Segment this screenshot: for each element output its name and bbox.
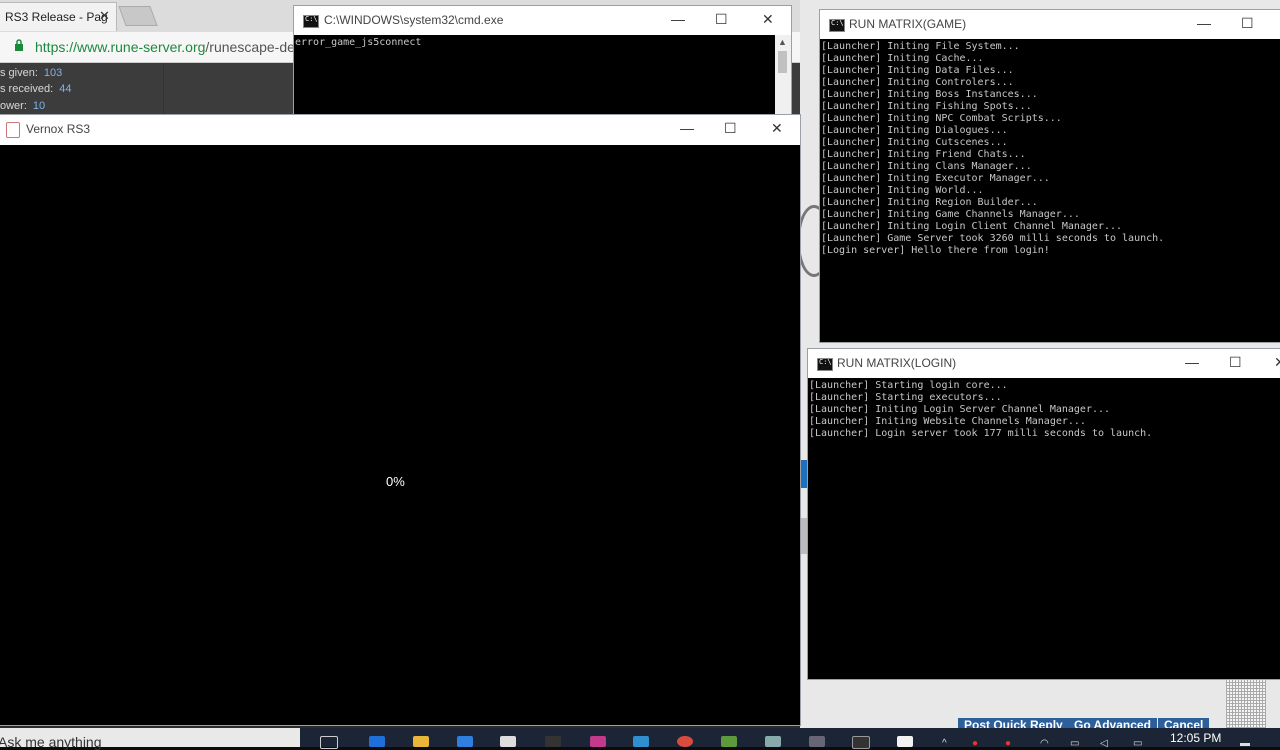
cmd-titlebar[interactable]: C:\WINDOWS\system32\cmd.exe — ☐ ✕ — [294, 6, 791, 35]
minimize-icon[interactable]: — — [1185, 354, 1199, 370]
keyboard-icon[interactable]: ▭ — [1133, 738, 1142, 749]
tray-app-icon[interactable]: ● — [1005, 738, 1011, 749]
maximize-icon[interactable]: ☐ — [1229, 354, 1242, 371]
clock[interactable]: 12:05 PM — [1170, 731, 1221, 745]
console-icon[interactable] — [852, 736, 870, 749]
search-placeholder: Ask me anything — [0, 734, 102, 750]
url-secure: https://www.rune-server.org — [35, 39, 206, 55]
close-icon[interactable]: ✕ — [762, 11, 774, 28]
tray-chevron-icon[interactable]: ^ — [942, 738, 947, 749]
java-icon — [6, 122, 20, 138]
store-icon[interactable] — [500, 736, 516, 747]
close-icon[interactable]: ✕ — [771, 120, 783, 137]
console-output: [Launcher] Starting login core... [Launc… — [808, 378, 1280, 679]
browser-tab[interactable]: RS3 Release - Pag ✕ — [0, 2, 117, 31]
stat-value: 103 — [43, 67, 63, 79]
matrix-login-titlebar[interactable]: RUN MATRIX(LOGIN) — ☐ ✕ — [808, 349, 1280, 378]
stat-label: s received: — [0, 83, 54, 95]
minimize-icon[interactable]: — — [671, 11, 685, 27]
taskbar: Ask me anything ^ ● ● ◠ ▭ ◁ ▭ 12:05 PM ▬ — [0, 728, 1280, 750]
volume-icon[interactable]: ◁ — [1100, 738, 1108, 749]
scroll-thumb[interactable] — [778, 51, 787, 73]
minimize-icon[interactable]: — — [1197, 15, 1211, 31]
notifications-icon[interactable]: ▬ — [1240, 738, 1250, 749]
background-pattern — [1226, 680, 1266, 728]
window-title: Vernox RS3 — [26, 122, 91, 136]
game-canvas[interactable]: 0% — [0, 145, 800, 725]
app-icon[interactable] — [633, 736, 649, 747]
url-path: /runescape-de — [205, 39, 295, 55]
console-output: [Launcher] Initing File System... [Launc… — [820, 39, 1280, 342]
wifi-icon[interactable]: ◠ — [1040, 738, 1049, 749]
tray-app-icon[interactable]: ● — [972, 738, 978, 749]
stat-received: s received: 44 — [0, 83, 71, 95]
scroll-up-icon[interactable]: ▲ — [778, 37, 787, 47]
file-explorer-icon[interactable] — [413, 736, 429, 747]
matrix-login-window[interactable]: RUN MATRIX(LOGIN) — ☐ ✕ [Launcher] Start… — [807, 348, 1280, 680]
stat-label: ower: — [0, 100, 27, 112]
window-title: C:\WINDOWS\system32\cmd.exe — [324, 13, 504, 27]
stat-label: s given: — [0, 67, 38, 79]
stat-value: 10 — [32, 100, 46, 112]
cmd-window[interactable]: C:\WINDOWS\system32\cmd.exe — ☐ ✕ error_… — [293, 5, 792, 122]
chrome-icon[interactable] — [677, 736, 693, 747]
close-icon[interactable]: ✕ — [1274, 354, 1280, 371]
maximize-icon[interactable]: ☐ — [724, 120, 737, 137]
maximize-icon[interactable]: ☐ — [715, 11, 728, 28]
scrollbar[interactable]: ▲ — [775, 35, 791, 121]
game-client-window[interactable]: Vernox RS3 — ☐ ✕ 0% — [0, 114, 801, 726]
loading-progress-text: 0% — [386, 474, 405, 489]
app-icon[interactable] — [765, 736, 781, 747]
minimize-icon[interactable]: — — [680, 120, 694, 136]
close-icon[interactable]: ✕ — [99, 8, 110, 24]
minecraft-icon[interactable] — [721, 736, 737, 747]
maximize-icon[interactable]: ☐ — [1241, 15, 1254, 32]
dropbox-icon[interactable] — [457, 736, 473, 747]
app-icon[interactable] — [809, 736, 825, 747]
edge-icon[interactable] — [369, 736, 385, 747]
app-icon[interactable] — [590, 736, 606, 747]
url-text: https://www.rune-server.org/runescape-de — [35, 39, 295, 55]
console-icon — [817, 358, 833, 371]
browser-tab-title: RS3 Release - Pag — [5, 10, 108, 24]
search-box[interactable]: Ask me anything — [0, 728, 300, 750]
window-title: RUN MATRIX(LOGIN) — [837, 356, 957, 370]
console-output: error_game_js5connect — [294, 35, 775, 121]
tray-app-icon[interactable]: ▭ — [1070, 738, 1079, 749]
console-icon — [303, 15, 319, 28]
amazon-icon[interactable] — [545, 736, 561, 747]
task-view-icon[interactable] — [320, 736, 338, 749]
stat-value: 44 — [59, 83, 72, 95]
window-title: RUN MATRIX(GAME) — [849, 17, 967, 31]
lock-icon — [15, 39, 23, 51]
new-tab-button[interactable] — [118, 6, 158, 26]
java-icon[interactable] — [897, 736, 913, 747]
console-icon — [829, 19, 845, 32]
stat-power: ower: 10 — [0, 100, 45, 112]
matrix-game-titlebar[interactable]: RUN MATRIX(GAME) — ☐ — [820, 10, 1280, 39]
game-client-titlebar[interactable]: Vernox RS3 — ☐ ✕ — [0, 115, 800, 144]
stat-given: s given: 103 — [0, 67, 62, 79]
matrix-game-window[interactable]: RUN MATRIX(GAME) — ☐ [Launcher] Initing … — [819, 9, 1280, 343]
